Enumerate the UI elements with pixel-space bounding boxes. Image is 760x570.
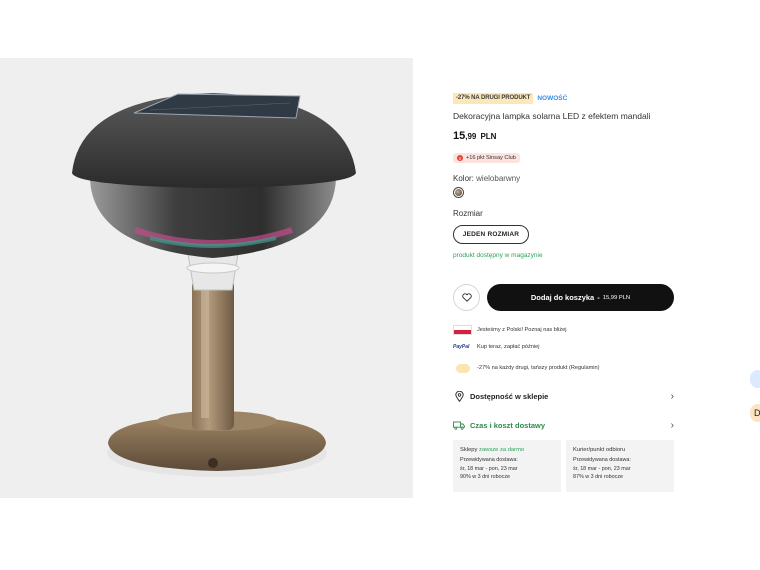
delivery-method: Kurier/punkt odbioru bbox=[573, 447, 626, 453]
new-badge: NOWOŚĆ bbox=[537, 94, 568, 102]
size-label: Rozmiar bbox=[453, 209, 483, 218]
color-label: Kolor: wielobarwny bbox=[453, 174, 520, 183]
product-image[interactable] bbox=[0, 58, 413, 498]
delivery-card-stores: Sklepy zawsze za darmo Przewidywana dost… bbox=[453, 440, 561, 492]
location-pin-icon bbox=[453, 390, 465, 402]
delivery-accordion[interactable]: Czas i koszt dostawy › bbox=[453, 419, 674, 431]
size-option-button[interactable]: JEDEN ROZMIAR bbox=[453, 225, 529, 244]
promo-badge: -27% NA DRUGI PRODUKT bbox=[453, 92, 534, 104]
paypal-logo-icon: PayPal bbox=[453, 344, 470, 350]
info-row-text: -27% na każdy drugi, tańszy produkt (Reg… bbox=[477, 365, 600, 371]
color-swatch[interactable] bbox=[453, 187, 464, 198]
heart-icon bbox=[461, 293, 472, 302]
info-row-promo[interactable]: -27% na każdy drugi, tańszy produkt (Reg… bbox=[453, 363, 600, 373]
accordion-label: Dostępność w sklepie bbox=[470, 391, 549, 401]
club-points-text: +16 pkt Sinsay Club bbox=[466, 155, 516, 161]
chat-widget-button[interactable] bbox=[750, 370, 760, 388]
estimated-delivery-label: Przewidywana dostawa: bbox=[460, 457, 518, 464]
estimated-delivery-label: Przewidywana dostawa: bbox=[573, 457, 631, 464]
truck-icon bbox=[453, 419, 465, 431]
color-value: wielobarwny bbox=[476, 174, 521, 183]
club-icon: S bbox=[457, 155, 463, 161]
delivery-dates: śr, 18 mar - pon, 23 mar bbox=[573, 465, 631, 472]
color-label-text: Kolor: bbox=[453, 174, 474, 183]
chevron-right-icon: › bbox=[670, 419, 674, 431]
stock-status: produkt dostępny w magazynie bbox=[453, 252, 543, 259]
badge-row: -27% NA DRUGI PRODUKT NOWOŚĆ bbox=[453, 92, 675, 104]
cart-price: 15,99 PLN bbox=[602, 294, 631, 301]
accordion-label: Czas i koszt dostawy bbox=[470, 420, 546, 430]
help-widget-button[interactable]: D bbox=[750, 404, 760, 422]
delivery-card-heading: Kurier/punkt odbioru bbox=[573, 446, 667, 454]
polish-flag-icon bbox=[453, 325, 472, 335]
delivery-rate: 87% w 3 dni robocze bbox=[573, 474, 624, 481]
info-row-text: Jesteśmy z Polski! Poznaj nas bliżej bbox=[477, 327, 567, 333]
delivery-dates: śr, 18 mar - pon, 23 mar bbox=[460, 465, 518, 472]
price-integer: 15 bbox=[453, 130, 466, 142]
info-row-paypal[interactable]: PayPal Kup teraz, zapłać później bbox=[453, 344, 540, 350]
delivery-rate: 90% w 3 dni robocze bbox=[460, 474, 511, 481]
delivery-options: Sklepy zawsze za darmo Przewidywana dost… bbox=[453, 440, 674, 492]
add-to-cart-label: Dodaj do koszyka bbox=[530, 293, 595, 302]
price-decimal: ,99 bbox=[465, 132, 477, 141]
delivery-card-courier: Kurier/punkt odbioru Przewidywana dostaw… bbox=[566, 440, 674, 492]
price-currency: PLN bbox=[480, 132, 497, 141]
cart-separator: - bbox=[597, 293, 600, 302]
info-row-text: Kup teraz, zapłać później bbox=[477, 344, 540, 350]
promo-icon bbox=[453, 363, 472, 373]
product-info: -27% NA DRUGI PRODUKT NOWOŚĆ Dekoracyjna… bbox=[453, 92, 675, 492]
chevron-right-icon: › bbox=[670, 390, 674, 402]
club-points-badge[interactable]: S +16 pkt Sinsay Club bbox=[453, 153, 520, 163]
info-row-poland[interactable]: Jesteśmy z Polski! Poznaj nas bliżej bbox=[453, 325, 567, 335]
product-title: Dekoracyjna lampka solarna LED z efektem… bbox=[453, 111, 651, 121]
wishlist-button[interactable] bbox=[453, 284, 480, 311]
store-availability-accordion[interactable]: Dostępność w sklepie › bbox=[453, 390, 674, 402]
free-shipping-note: zawsze za darmo bbox=[479, 447, 525, 453]
solar-lamp-illustration bbox=[72, 93, 356, 477]
delivery-card-heading: Sklepy zawsze za darmo bbox=[460, 446, 554, 454]
product-price: 15,99 PLN bbox=[453, 130, 496, 142]
delivery-method: Sklepy bbox=[460, 447, 478, 453]
add-to-cart-button[interactable]: Dodaj do koszyka - 15,99 PLN bbox=[487, 284, 674, 311]
